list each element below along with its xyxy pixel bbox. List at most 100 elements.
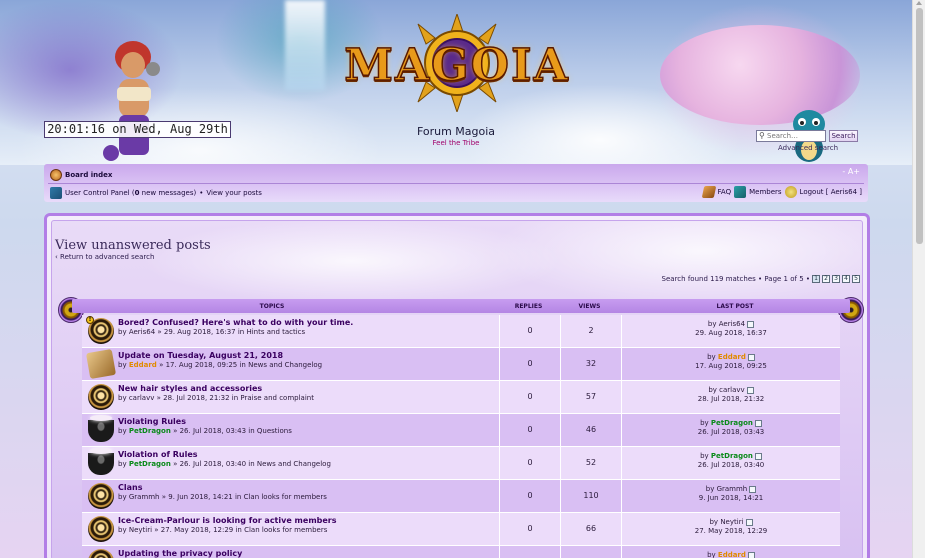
topic-title-link[interactable]: Updating the privacy policy	[118, 549, 242, 558]
scrollbar-thumb[interactable]	[916, 8, 923, 244]
topic-author-link[interactable]: PetDragon	[129, 460, 171, 468]
last-post-date: 17. Aug 2018, 09:25	[695, 362, 767, 370]
view-latest-post-icon[interactable]	[754, 419, 762, 427]
page-4[interactable]: 4	[842, 275, 850, 283]
last-post-author-link[interactable]: Aeris64	[719, 320, 745, 328]
topic-author-link[interactable]: Aeris64	[129, 328, 155, 336]
view-your-posts-link[interactable]: View your posts	[206, 189, 262, 197]
return-to-advanced-search-link[interactable]: ‹ Return to advanced search	[55, 253, 154, 261]
faq-link[interactable]: FAQ	[718, 188, 732, 196]
logo-text: MAGOIA	[344, 39, 570, 92]
search-button[interactable]: Search	[829, 130, 858, 142]
replies-count: 0	[500, 447, 561, 479]
view-latest-post-icon[interactable]	[745, 518, 753, 526]
header-banner: MAGOIA 20:01:16 on Wed, Aug 29th Forum M…	[0, 0, 912, 165]
font-size-toggle[interactable]: - A+	[842, 167, 860, 176]
replies-count: 0	[500, 414, 561, 446]
view-latest-post-icon[interactable]	[747, 353, 755, 361]
last-post-cell: by PetDragon 26. Jul 2018, 03:40	[622, 447, 840, 479]
topic-meta: by Neytiri » 27. May 2018, 12:29 in Clan…	[118, 526, 328, 534]
topic-title-link[interactable]: New hair styles and accessories	[118, 384, 262, 393]
topic-cell: Ice-Cream-Parlour is looking for active …	[82, 513, 500, 545]
last-post-author-link[interactable]: Eddard	[718, 353, 746, 361]
table-row: Violating Rules by PetDragon » 26. Jul 20…	[82, 414, 840, 447]
topic-mask-icon	[88, 384, 114, 410]
topic-meta: by Aeris64 » 29. Aug 2018, 16:37 in Hint…	[118, 328, 306, 336]
separator-bullet: •	[199, 189, 204, 197]
home-icon	[50, 168, 62, 181]
last-post-author-link[interactable]: Grammh	[717, 485, 748, 493]
page-2[interactable]: 2	[822, 275, 830, 283]
col-replies: REPLIES	[514, 303, 543, 310]
last-post-date: 28. Jul 2018, 21:32	[697, 395, 765, 403]
ucp-link[interactable]: User Control Panel (0 new messages)	[65, 189, 196, 197]
views-count: 94	[561, 546, 622, 558]
topic-title-link[interactable]: Ice-Cream-Parlour is looking for active …	[118, 516, 337, 525]
topic-author-link[interactable]: carlavv	[129, 394, 155, 402]
topic-meta: by PetDragon » 26. Jul 2018, 03:43 in Qu…	[118, 427, 292, 435]
breadcrumb: Board index	[50, 168, 112, 181]
last-post-date: 29. Aug 2018, 16:37	[695, 329, 767, 337]
search-input[interactable]	[756, 130, 826, 142]
page-title[interactable]: View unanswered posts	[55, 238, 211, 253]
last-post-author-link[interactable]: Neytiri	[720, 518, 743, 526]
search-icon: ⚲	[759, 131, 765, 140]
scroll-up-arrow-icon[interactable]	[916, 1, 922, 5]
last-post-cell: by carlavv 28. Jul 2018, 21:32	[622, 381, 840, 413]
logout-link[interactable]: Logout [ Aeris64 ]	[800, 188, 862, 196]
view-latest-post-icon[interactable]	[747, 320, 755, 328]
last-post-cell: by Neytiri 27. May 2018, 12:29	[622, 513, 840, 545]
pagination: Search found 119 matches • Page 1 of 5 •…	[662, 275, 860, 283]
view-latest-post-icon[interactable]	[747, 551, 755, 558]
members-link[interactable]: Members	[749, 188, 781, 196]
topic-author-link[interactable]: PetDragon	[129, 427, 171, 435]
user-links: User Control Panel (0 new messages) • Vi…	[50, 187, 262, 199]
members-icon	[734, 186, 747, 198]
last-post-author-link[interactable]: PetDragon	[711, 452, 753, 460]
topic-author-link[interactable]: Grammh	[129, 493, 160, 501]
topic-title-link[interactable]: Violating Rules	[118, 417, 186, 426]
topic-cell: Violating Rules by PetDragon » 26. Jul 20…	[82, 414, 500, 446]
last-post-author-link[interactable]: PetDragon	[711, 419, 753, 427]
last-post-cell: by Eddard25. May 2018, 03:03	[622, 546, 840, 558]
view-latest-post-icon[interactable]	[746, 386, 754, 394]
topic-title-link[interactable]: Update on Tuesday, August 21, 2018	[118, 351, 283, 360]
user-panel-icon	[50, 187, 62, 199]
page-scrollbar[interactable]	[912, 0, 925, 558]
topics-table: TOPICS REPLIES VIEWS LAST POST ! Bored? C…	[58, 297, 864, 558]
view-latest-post-icon[interactable]	[754, 452, 762, 460]
last-post-author-link[interactable]: Eddard	[718, 551, 746, 558]
views-count: 66	[561, 513, 622, 545]
views-count: 2	[561, 315, 622, 347]
topic-title-link[interactable]: Clans	[118, 483, 142, 492]
topic-title-link[interactable]: Violation of Rules	[118, 450, 198, 459]
last-post-author-link[interactable]: carlavv	[719, 386, 745, 394]
scroll-icon	[85, 348, 117, 380]
topic-cell: Violation of Rules by PetDragon » 26. Jul…	[82, 447, 500, 479]
view-latest-post-icon[interactable]	[749, 485, 757, 493]
topic-mask-icon	[88, 549, 114, 558]
panel-content: View unanswered posts ‹ Return to advanc…	[51, 220, 864, 558]
replies-count: 0	[500, 348, 561, 380]
topic-meta: by Eddard » 17. Aug 2018, 09:25 in News …	[118, 361, 323, 369]
page-3[interactable]: 3	[832, 275, 840, 283]
views-count: 52	[561, 447, 622, 479]
advanced-search-link[interactable]: Advanced search	[778, 144, 838, 152]
navbar-divider	[48, 183, 864, 184]
page-5[interactable]: 5	[852, 275, 860, 283]
site-logo[interactable]: MAGOIA	[340, 12, 574, 114]
board-index-link[interactable]: Board index	[65, 171, 112, 179]
table-row: Clans by Grammh » 9. Jun 2018, 14:21 in C…	[82, 480, 840, 513]
cauldron-icon	[88, 448, 114, 475]
replies-count: 0	[500, 513, 561, 545]
topic-title-link[interactable]: Bored? Confused? Here's what to do with …	[118, 318, 353, 327]
last-post-date: 26. Jul 2018, 03:43	[697, 428, 765, 436]
site-title[interactable]: Forum Magoia	[380, 125, 532, 138]
replies-count: 0	[500, 546, 561, 558]
topic-author-link[interactable]: Neytiri	[129, 526, 152, 534]
topic-author-link[interactable]: Eddard	[129, 361, 157, 369]
topic-mask-icon: !	[86, 316, 114, 344]
page-1[interactable]: 1	[812, 275, 820, 283]
topic-mask-icon	[88, 516, 114, 542]
table-row: ! Bored? Confused? Here's what to do with…	[82, 315, 840, 348]
